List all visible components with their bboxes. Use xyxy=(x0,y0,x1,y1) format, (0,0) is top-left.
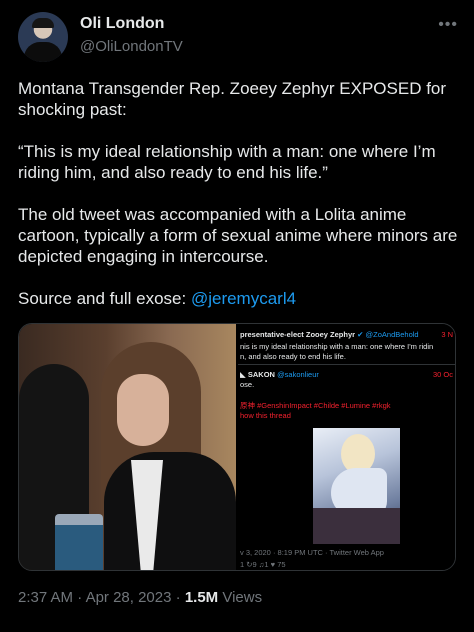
embedded-screenshot[interactable]: presentative-elect Zooey Zephyr ✔ @ZoAnd… xyxy=(238,324,455,570)
embedded-date: 3 N xyxy=(441,330,453,339)
embedded-footer: v 3, 2020 · 8:19 PM UTC · Twitter Web Ap… xyxy=(240,548,384,557)
tweet-paragraph-1: Montana Transgender Rep. Zoeey Zephyr EX… xyxy=(18,79,451,119)
embedded-hashtags: 原神 #GenshinImpact #Childe #Lumine #rkgk xyxy=(240,401,391,410)
tweet-paragraph-2: “This is my ideal relationship with a ma… xyxy=(18,142,441,182)
avatar[interactable] xyxy=(18,12,68,62)
avatar-body xyxy=(24,42,62,62)
verified-badge-icon: ✔ xyxy=(357,330,364,339)
author-name[interactable]: Oli London xyxy=(80,15,164,33)
photo-image[interactable] xyxy=(19,324,236,570)
views-count: 1.5M xyxy=(184,589,219,606)
cup xyxy=(55,514,103,570)
embedded-stats: 1 ↻9 ♫1 ♥ 75 xyxy=(240,560,286,569)
tweet-text: Montana Transgender Rep. Zoeey Zephyr EX… xyxy=(18,78,458,309)
more-horizontal-icon[interactable]: ••• xyxy=(438,16,458,34)
author-handle[interactable]: @OliLondonTV xyxy=(80,38,183,55)
embedded-handle-2: @sakonlieur xyxy=(277,370,319,379)
embedded-line-2: nis is my ideal relationship with a man:… xyxy=(240,342,434,351)
embedded-row1: presentative-elect Zooey Zephyr ✔ @ZoAnd… xyxy=(240,330,455,340)
embedded-line-4: ose. xyxy=(240,380,255,389)
views-label: Views xyxy=(218,589,263,606)
embedded-row2: ◣ SAKON @sakonlieur xyxy=(240,370,319,380)
tweet-header: Oli London @OliLondonTV ••• xyxy=(18,12,458,64)
mention-link[interactable]: @jeremycarl4 xyxy=(191,289,296,308)
anime-image xyxy=(313,428,400,544)
embedded-show-thread: how this thread xyxy=(240,411,291,420)
embedded-date-2: 30 Oc xyxy=(432,370,453,379)
avatar-hair xyxy=(32,18,54,28)
media-attachment[interactable]: presentative-elect Zooey Zephyr ✔ @ZoAnd… xyxy=(18,323,456,571)
tweet-time[interactable]: 2:37 AM xyxy=(18,589,73,606)
tweet-date[interactable]: Apr 28, 2023 xyxy=(86,589,172,606)
embedded-line-3: n, and also ready to end his life. xyxy=(240,352,346,361)
tweet-paragraph-4: Source and full exose: xyxy=(18,289,191,308)
tweet-meta: 2:37 AM · Apr 28, 2023 · 1.5M Views xyxy=(18,589,262,606)
divider xyxy=(238,364,455,365)
anime-figure-lower xyxy=(313,508,400,544)
meta-separator: · xyxy=(73,589,86,606)
tweet-paragraph-3: The old tweet was accompanied with a Lol… xyxy=(18,205,463,266)
subject-jacket xyxy=(104,452,236,570)
embedded-handle: @ZoAndBehold xyxy=(365,330,419,339)
reply-icon: ◣ xyxy=(240,370,246,379)
subject-face xyxy=(117,374,169,446)
meta-separator-2: · xyxy=(171,589,185,606)
embedded-name-2: SAKON xyxy=(247,370,275,379)
embedded-name: presentative-elect Zooey Zephyr xyxy=(240,330,356,339)
